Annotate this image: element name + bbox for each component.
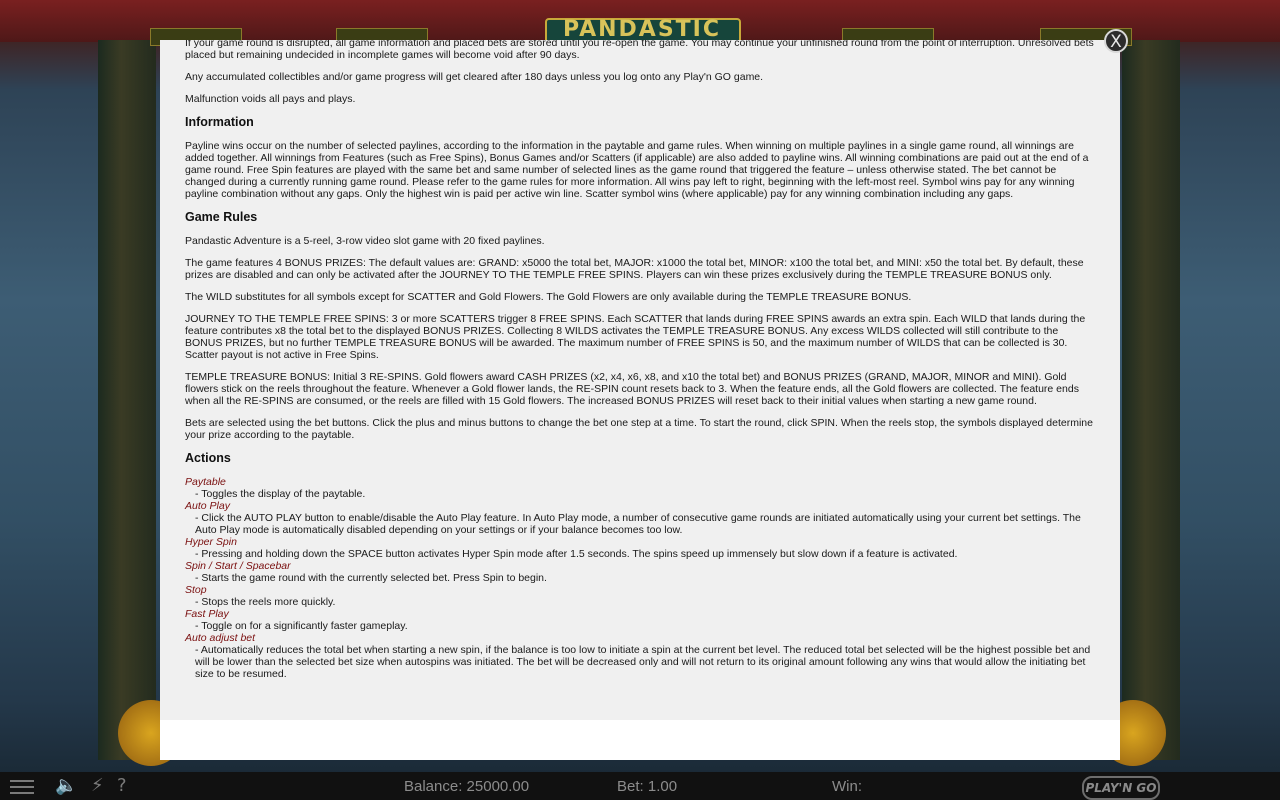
right-pillar: [1122, 40, 1180, 760]
menu-icon[interactable]: [10, 780, 34, 794]
brand-logo: PLAY'N GO: [1082, 776, 1160, 800]
action-name-fast-play: Fast Play: [185, 608, 229, 620]
action-name-stop: Stop: [185, 584, 207, 596]
game-rules-paragraph: The WILD substitutes for all symbols exc…: [185, 291, 912, 303]
action-name-auto-play: Auto Play: [185, 500, 230, 512]
action-desc: - Stops the reels more quickly.: [195, 596, 336, 608]
actions-heading: Actions: [185, 451, 231, 465]
help-icon[interactable]: ?: [117, 776, 127, 796]
game-rules-paragraph: TEMPLE TREASURE BONUS: Initial 3 RE-SPIN…: [185, 371, 1079, 407]
turbo-icon[interactable]: ⚡: [91, 776, 104, 796]
balance-display: Balance: 25000.00: [404, 778, 530, 795]
collectibles-text: Any accumulated collectibles and/or game…: [185, 71, 764, 83]
bet-display: Bet: 1.00: [617, 778, 678, 795]
close-button[interactable]: X: [1104, 29, 1128, 53]
disruption-text: If your game round is disrupted, all gam…: [185, 40, 1094, 61]
action-desc: - Pressing and holding down the SPACE bu…: [195, 548, 958, 560]
action-desc: - Toggle on for a significantly faster g…: [195, 620, 408, 632]
actions-list: Paytable - Toggles the display of the pa…: [185, 476, 1097, 680]
game-rules-paragraph: Pandastic Adventure is a 5-reel, 3-row v…: [185, 235, 545, 247]
sound-icon[interactable]: 🔈: [55, 776, 77, 796]
action-name-spin: Spin / Start / Spacebar: [185, 560, 291, 572]
win-display: Win:: [832, 778, 862, 795]
left-pillar: [98, 40, 156, 760]
game-rules-paragraph: The game features 4 BONUS PRIZES: The de…: [185, 257, 1084, 281]
action-name-hyper-spin: Hyper Spin: [185, 536, 237, 548]
information-heading: Information: [185, 115, 254, 129]
action-desc: - Starts the game round with the current…: [195, 572, 547, 584]
rules-scroll-area[interactable]: If your game round is disrupted, all gam…: [160, 40, 1120, 720]
game-logo-text: PANDASTIC: [562, 17, 721, 42]
action-desc: - Toggles the display of the paytable.: [195, 488, 366, 500]
action-desc: - Automatically reduces the total bet wh…: [195, 644, 1091, 680]
action-name-paytable: Paytable: [185, 476, 226, 488]
action-name-auto-adjust-bet: Auto adjust bet: [185, 632, 256, 644]
game-rules-paragraph: JOURNEY TO THE TEMPLE FREE SPINS: 3 or m…: [185, 313, 1086, 361]
rules-content: If your game round is disrupted, all gam…: [185, 40, 1097, 680]
game-rules-heading: Game Rules: [185, 210, 258, 224]
action-desc: - Click the AUTO PLAY button to enable/d…: [195, 512, 1081, 536]
rules-dialog: If your game round is disrupted, all gam…: [160, 40, 1120, 760]
malfunction-text: Malfunction voids all pays and plays.: [185, 93, 356, 105]
information-text: Payline wins occur on the number of sele…: [185, 140, 1089, 200]
game-rules-paragraph: Bets are selected using the bet buttons.…: [185, 417, 1093, 441]
